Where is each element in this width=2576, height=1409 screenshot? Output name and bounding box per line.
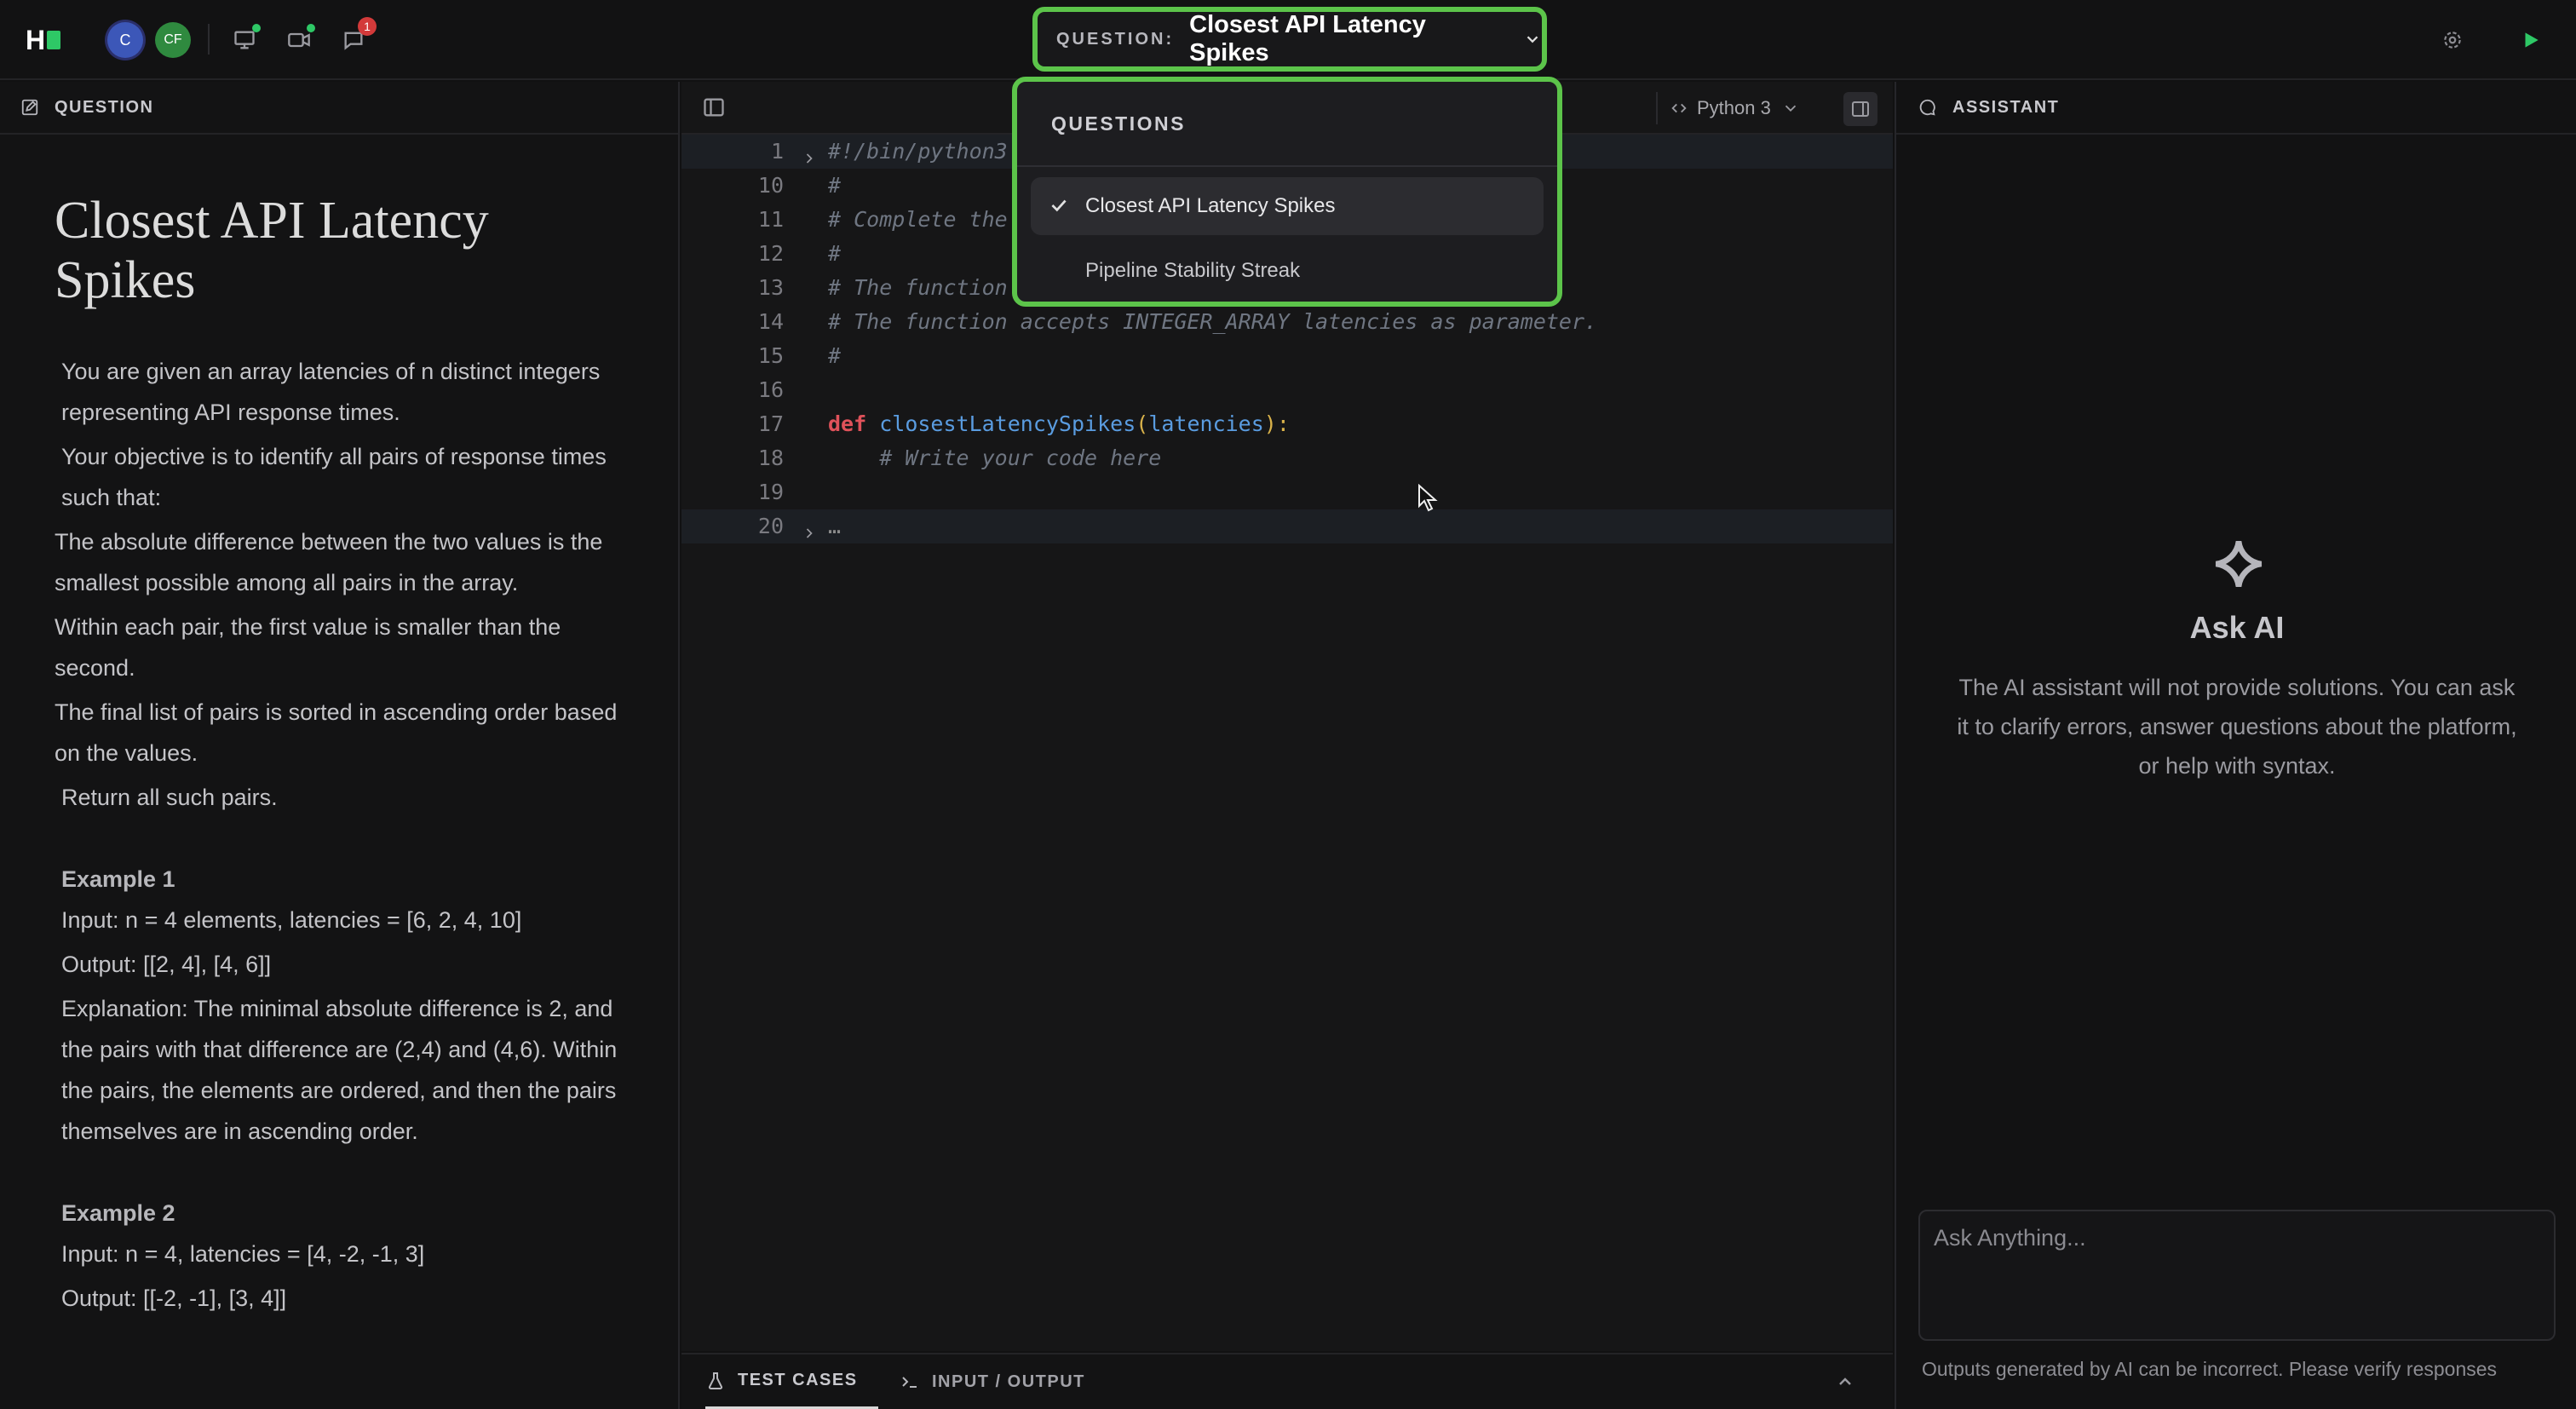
run-play-icon[interactable] — [2515, 24, 2547, 56]
line-number: 20 — [757, 514, 784, 538]
example-output: Output: [[2, 4], [4, 6]] — [61, 952, 272, 977]
gear-icon[interactable] — [2436, 24, 2469, 56]
line-number: 12 — [757, 241, 784, 266]
layout-toggle-icon[interactable] — [1843, 92, 1877, 126]
code-line[interactable]: 16 — [681, 373, 1893, 407]
chevron-down-icon — [1523, 30, 1542, 49]
code-line[interactable]: 17 def closestLatencySpikes(latencies): — [681, 407, 1893, 441]
line-number: 16 — [757, 377, 784, 402]
line-number: 14 — [757, 309, 784, 334]
code-line[interactable]: 14 # The function accepts INTEGER_ARRAY l… — [681, 305, 1893, 339]
line-number: 1 — [770, 139, 784, 164]
code-text: def closestLatencySpikes(latencies): — [828, 411, 1290, 436]
dropdown-item-pipeline-stability-streak[interactable]: Pipeline Stability Streak — [1031, 242, 1544, 300]
example-input: Input: n = 4, latencies = [4, -2, -1, 3] — [61, 1241, 425, 1267]
top-bar: H C CF 1 QUESTION: Closest API Latency S… — [0, 0, 2576, 80]
divider — [208, 24, 210, 55]
code-text: # — [828, 343, 842, 368]
code-text: # Complete the — [828, 207, 1008, 232]
line-number: 17 — [757, 411, 784, 436]
code-text: #!/bin/python3 — [828, 139, 1008, 164]
flask-icon — [708, 1372, 723, 1389]
logo-mark — [47, 31, 61, 49]
question-selector-value: Closest API Latency Spikes — [1189, 11, 1426, 66]
code-icon — [1671, 103, 1687, 113]
example-output: Output: [[-2, -1], [3, 4]] — [61, 1285, 287, 1311]
assistant-panel: ASSISTANT Ask AI The AI assistant will n… — [1895, 82, 2576, 1409]
chevron-up-icon[interactable] — [1835, 1372, 1855, 1392]
example-heading: Example 1 — [61, 866, 175, 892]
code-text: # The function — [828, 275, 1008, 300]
chat-bubble-icon — [1919, 99, 1935, 116]
edit-icon — [21, 99, 38, 116]
ask-anything-input[interactable] — [1934, 1225, 2540, 1251]
fold-chevron-icon[interactable] — [801, 518, 818, 538]
code-line[interactable]: 20 … — [681, 509, 1893, 543]
code-line[interactable]: 18 # Write your code here — [681, 441, 1893, 475]
question-selector[interactable]: QUESTION: Closest API Latency Spikes — [1032, 7, 1547, 72]
paragraph: Return all such pairs. — [61, 785, 278, 810]
example-heading: Example 2 — [61, 1200, 175, 1226]
line-number: 15 — [757, 343, 784, 368]
example-input: Input: n = 4 elements, latencies = [6, 2… — [61, 907, 522, 933]
question-title: Closest API Latency Spikes — [55, 192, 489, 309]
ask-ai-description: The AI assistant will not provide soluti… — [1957, 675, 2517, 779]
ask-anything-box[interactable] — [1918, 1210, 2556, 1341]
tab-test-cases[interactable]: TEST CASES — [705, 1354, 878, 1409]
dropdown-item-closest-api-latency-spikes[interactable]: Closest API Latency Spikes — [1031, 177, 1544, 235]
line-number: 18 — [757, 446, 784, 470]
paragraph: The final list of pairs is sorted in asc… — [55, 699, 618, 766]
language-label: Python 3 — [1697, 97, 1771, 118]
line-number: 11 — [757, 207, 784, 232]
assistant-panel-header: ASSISTANT — [1896, 82, 2576, 135]
screen-share-icon[interactable] — [228, 24, 261, 56]
code-text: # The function accepts INTEGER_ARRAY lat… — [828, 309, 1598, 334]
sidebar-toggle-icon[interactable] — [702, 95, 729, 123]
question-panel: QUESTION Closest API Latency Spikes You … — [0, 82, 680, 1409]
code-text: … — [828, 514, 842, 538]
paragraph: You are given an array latencies of n di… — [61, 359, 601, 425]
avatar-cf[interactable]: CF — [155, 22, 191, 58]
question-selector-label: QUESTION: — [1056, 29, 1175, 49]
mouse-cursor-icon — [1418, 484, 1438, 512]
language-selector[interactable]: Python 3 — [1656, 92, 1800, 124]
bottom-panel-tabs: TEST CASES INPUT / OUTPUT — [681, 1353, 1893, 1409]
questions-dropdown: QUESTIONS Closest API Latency Spikes Pip… — [1012, 77, 1562, 307]
code-text: # — [828, 241, 842, 266]
notification-badge: 1 — [358, 17, 377, 36]
sparkle-icon — [2211, 537, 2266, 591]
question-panel-header: QUESTION — [0, 82, 678, 135]
divider — [1017, 165, 1557, 167]
example-explanation: Explanation: The minimal absolute differ… — [61, 996, 618, 1144]
code-text: # Write your code here — [828, 446, 1162, 470]
avatar-c[interactable]: C — [107, 22, 143, 58]
terminal-icon — [902, 1377, 917, 1388]
check-icon — [1048, 194, 1072, 218]
chevron-down-icon — [1785, 105, 1796, 112]
line-number: 10 — [757, 173, 784, 198]
code-text: # — [828, 173, 842, 198]
code-line[interactable]: 19 — [681, 475, 1893, 509]
paragraph: The absolute difference between the two … — [55, 529, 603, 595]
code-line[interactable]: 15 # — [681, 339, 1893, 373]
video-camera-icon[interactable] — [283, 24, 315, 56]
paragraph: Within each pair, the first value is sma… — [55, 614, 561, 681]
ai-disclaimer: Outputs generated by AI can be incorrect… — [1922, 1358, 2498, 1380]
dropdown-title: QUESTIONS — [1051, 112, 1186, 135]
fold-chevron-icon[interactable] — [801, 143, 818, 164]
line-number: 13 — [757, 275, 784, 300]
line-number: 19 — [757, 480, 784, 504]
ask-ai-title: Ask AI — [2189, 610, 2285, 645]
paragraph: Your objective is to identify all pairs … — [61, 444, 607, 510]
tab-input-output[interactable]: INPUT / OUTPUT — [900, 1354, 1085, 1409]
chat-icon[interactable]: 1 — [337, 17, 377, 56]
app-logo[interactable]: H — [26, 25, 65, 55]
question-body: You are given an array latencies of n di… — [55, 351, 625, 1319]
